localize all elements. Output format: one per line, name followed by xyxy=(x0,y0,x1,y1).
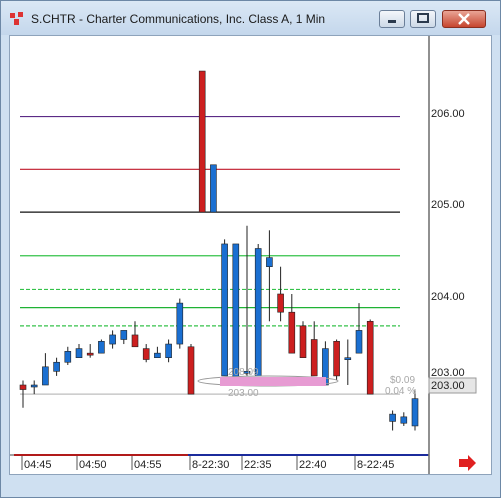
overlay-right-top: $0.09 xyxy=(390,375,415,386)
candle-body xyxy=(333,341,340,377)
maximize-button[interactable] xyxy=(410,10,436,28)
candle-body xyxy=(120,330,128,340)
candle-body xyxy=(210,164,217,213)
candle-body xyxy=(64,351,72,363)
candle-body xyxy=(366,320,374,395)
time-axis-session-red xyxy=(14,454,188,456)
price-tick: 206.00 xyxy=(431,108,465,120)
time-axis-session-blue xyxy=(188,454,428,456)
candle-body xyxy=(109,334,116,345)
price-tick: 205.00 xyxy=(431,199,465,211)
candle-body xyxy=(98,341,105,354)
candle-body xyxy=(142,348,150,360)
price-axis: 206.00 205.00 204.00 203.00 203.00 xyxy=(428,108,477,394)
candle-body xyxy=(310,339,318,377)
candle-body xyxy=(154,352,161,358)
overlay-right-bottom: 0.04 % xyxy=(385,386,416,397)
candle-body xyxy=(221,243,228,377)
minimize-button[interactable] xyxy=(379,10,405,28)
price-chart[interactable]: 208.09 203.00 $0.09 0.04 % 206.00 205.00… xyxy=(10,36,491,474)
candle-body xyxy=(288,311,296,354)
candle-body xyxy=(176,302,184,345)
time-tick: 22:35 xyxy=(244,459,272,471)
window-title: S.CHTR - Charter Communications, Inc. Cl… xyxy=(31,12,326,26)
candle-body xyxy=(277,293,284,313)
candle-body xyxy=(42,366,49,386)
candle-body xyxy=(400,416,408,424)
close-button[interactable] xyxy=(442,10,486,28)
minimize-icon xyxy=(388,20,396,23)
candle-body xyxy=(187,346,195,395)
candle-body xyxy=(299,325,307,359)
candle-body xyxy=(232,243,240,381)
candle-body xyxy=(53,361,60,372)
time-tick: 8-22:30 xyxy=(192,459,229,471)
time-tick: 04:55 xyxy=(134,459,162,471)
title-bar[interactable]: S.CHTR - Charter Communications, Inc. Cl… xyxy=(1,1,500,35)
chart-app-icon xyxy=(10,12,23,25)
candle-body xyxy=(344,357,352,361)
close-icon xyxy=(458,13,470,25)
price-tick: 203.00 xyxy=(431,367,465,379)
time-tick: 22:40 xyxy=(299,459,327,471)
chart-area[interactable]: 208.09 203.00 $0.09 0.04 % 206.00 205.00… xyxy=(9,35,492,475)
candle-body xyxy=(389,413,396,422)
order-price-top: 208.09 xyxy=(228,367,259,378)
chart-window: S.CHTR - Charter Communications, Inc. Cl… xyxy=(0,0,501,498)
maximize-icon xyxy=(417,13,429,23)
candle-body xyxy=(131,334,139,348)
arrow-right-icon[interactable] xyxy=(459,455,476,471)
time-axis: 04:45 04:50 04:55 8-22:30 22:35 22:40 8-… xyxy=(21,456,394,471)
candle-body xyxy=(411,398,419,427)
time-tick: 04:45 xyxy=(24,459,52,471)
time-tick: 8-22:45 xyxy=(357,459,394,471)
current-price-label: 203.00 xyxy=(431,380,465,392)
order-overlay-bar[interactable] xyxy=(220,377,326,386)
candle-body xyxy=(266,257,273,268)
price-tick: 204.00 xyxy=(431,291,465,303)
candle-body xyxy=(75,348,83,359)
candle-body xyxy=(198,70,206,213)
order-price-bottom: 203.00 xyxy=(228,388,259,399)
candle-body xyxy=(355,330,363,354)
candle-body xyxy=(86,352,94,356)
candle-body xyxy=(254,248,262,377)
candle-body xyxy=(19,384,27,390)
candle-body xyxy=(30,384,38,388)
time-tick: 04:50 xyxy=(79,459,107,471)
candle-body xyxy=(165,343,172,358)
